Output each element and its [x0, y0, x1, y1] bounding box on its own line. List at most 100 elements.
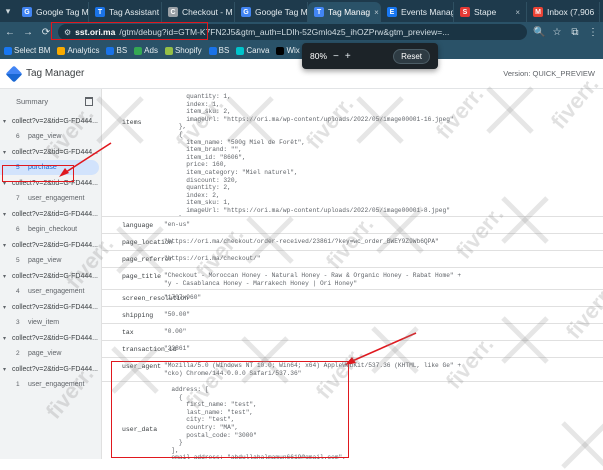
chevron-down-icon[interactable]: ▾ [3, 366, 9, 373]
extensions-icon[interactable]: ⧉ [569, 27, 581, 38]
event-item[interactable]: 3 view_item [0, 315, 101, 330]
event-group-header[interactable]: ▾ collect?v=2&tid=G-FD444... [0, 113, 101, 129]
bookmark-favicon-icon [276, 46, 285, 55]
app-title: Tag Manager [26, 68, 85, 79]
zoom-out-button[interactable]: − [333, 51, 339, 62]
zoom-in-button[interactable]: + [345, 51, 351, 62]
event-group-header[interactable]: ▾ collect?v=2&tid=G-FD444... [0, 144, 101, 160]
bookmark-item[interactable]: Ads [134, 46, 158, 55]
browser-tab[interactable]: GGoogle Tag M× [235, 2, 308, 22]
chevron-down-icon[interactable]: ▾ [3, 273, 9, 280]
data-row: page_location "https://ori.ma/checkout/or… [102, 234, 603, 251]
event-group-header[interactable]: ▾ collect?v=2&tid=G-FD444... [0, 237, 101, 253]
bookmark-star-icon[interactable]: ☆ [551, 27, 563, 38]
bookmark-favicon-icon [236, 46, 245, 55]
bookmark-item[interactable]: BS [208, 46, 229, 55]
chevron-down-icon[interactable]: ▾ [3, 242, 9, 249]
bookmark-item[interactable]: Select BM [4, 46, 50, 55]
event-label: begin_checkout [28, 226, 78, 233]
event-item[interactable]: 4 user_engagement [0, 284, 101, 299]
tab-close-icon[interactable]: × [598, 8, 599, 17]
summary-item[interactable]: Summary [0, 89, 101, 113]
bookmark-label: Shopify [174, 46, 202, 55]
chevron-down-icon[interactable]: ▾ [3, 149, 9, 156]
event-group: ▾ collect?v=2&tid=G-FD444... 6 page_view [0, 113, 101, 144]
bookmark-favicon-icon [57, 46, 66, 55]
data-key: page_referrer [122, 256, 173, 263]
data-value: "en-us" [164, 221, 190, 228]
bookmark-item[interactable]: Canva [236, 46, 269, 55]
zoom-icon[interactable]: 🔍 [533, 27, 545, 38]
event-group-title: collect?v=2&tid=G-FD444... [12, 148, 98, 156]
zoom-level: 80% [310, 51, 328, 61]
event-group-header[interactable]: ▾ collect?v=2&tid=G-FD444... [0, 361, 101, 377]
data-key: tax [122, 329, 134, 336]
event-label: user_engagement [28, 381, 85, 388]
browser-tab[interactable]: EEvents Manag× [381, 2, 454, 22]
back-icon[interactable]: ← [4, 27, 16, 38]
event-number: 1 [16, 381, 20, 388]
event-group-header[interactable]: ▾ collect?v=2&tid=G-FD444... [0, 299, 101, 315]
browser-tab[interactable]: TTag Assistant× [89, 2, 162, 22]
url-highlight-box [51, 22, 208, 40]
browser-tab[interactable]: T Tag Manag × [308, 2, 381, 22]
event-label: page_view [28, 133, 62, 140]
bookmark-label: Canva [246, 46, 270, 55]
zoom-reset-button[interactable]: Reset [393, 48, 430, 64]
browser-tab[interactable]: M Inbox (7,906× [527, 2, 600, 22]
data-value: "Checkout - Moroccan Honey - Natural Hon… [164, 272, 462, 287]
bookmark-item[interactable]: BS [106, 46, 127, 55]
data-value: "https://ori.ma/checkout/order-received/… [164, 238, 439, 245]
event-item[interactable]: 5 page_view [0, 253, 101, 268]
chevron-down-icon[interactable]: ▾ [3, 118, 9, 125]
event-group-header[interactable]: ▾ collect?v=2&tid=G-FD444... [0, 268, 101, 284]
data-key: screen_resolution [122, 295, 189, 302]
event-group-header[interactable]: ▾ collect?v=2&tid=G-FD444... [0, 206, 101, 222]
event-label: user_engagement [28, 288, 85, 295]
event-number: 6 [16, 226, 20, 233]
tab-label: Tag Assistant [109, 7, 160, 17]
event-item[interactable]: 1 user_engagement [0, 377, 101, 392]
event-item[interactable]: 6 begin_checkout [0, 222, 101, 237]
tab-favicon-icon: E [387, 7, 397, 17]
bookmark-item[interactable]: Wix [276, 46, 300, 55]
tab-close-icon[interactable]: × [374, 8, 379, 17]
data-value: "1707x960" [164, 294, 202, 301]
event-item[interactable]: 6 page_view [0, 129, 101, 144]
tab-favicon-icon: G [241, 7, 251, 17]
tab-favicon-icon: T [95, 7, 105, 17]
chevron-down-icon[interactable]: ▾ [3, 335, 9, 342]
bookmark-label: Wix [286, 46, 300, 55]
data-row: screen_resolution "1707x960" [102, 290, 603, 307]
chevron-down-icon[interactable]: ▾ [3, 304, 9, 311]
data-row: page_title "Checkout - Moroccan Honey - N… [102, 268, 603, 290]
browser-tab[interactable]: CCheckout - M× [162, 2, 235, 22]
data-key: items [122, 119, 142, 126]
event-item[interactable]: 7 user_engagement [0, 191, 101, 206]
menu-icon[interactable]: ⋮ [587, 27, 599, 38]
browser-tab[interactable]: S Stape × [454, 2, 527, 22]
clear-messages-icon[interactable] [85, 97, 93, 106]
bookmark-label: BS [116, 46, 128, 55]
event-group: ▾ collect?v=2&tid=G-FD444... 6 begin_checko… [0, 206, 101, 237]
tab-close-icon[interactable]: × [515, 8, 520, 17]
browser-tab-strip: ▾ G Google Tag M × T Tag Assistant × C Checkout… [0, 0, 603, 22]
browser-tab[interactable]: GGoogle Tag M× [16, 2, 89, 22]
tab-favicon-icon: T [314, 7, 324, 17]
bookmark-favicon-icon [164, 46, 173, 55]
version-label: Version: QUICK_PREVIEW [503, 69, 595, 78]
event-group: ▾ collect?v=2&tid=G-FD444... 5 page_view [0, 237, 101, 268]
bookmark-item[interactable]: Analytics [57, 46, 99, 55]
chevron-down-icon[interactable]: ▾ [3, 211, 9, 218]
bookmark-item[interactable]: Shopify [164, 46, 202, 55]
tab-search-icon[interactable]: ▾ [0, 0, 16, 22]
event-item[interactable]: 2 page_view [0, 346, 101, 361]
tab-label: Inbox (7,906 [547, 7, 595, 17]
tag-manager-logo-icon [5, 65, 23, 82]
data-row: language "en-us" [102, 217, 603, 234]
event-group-header[interactable]: ▾ collect?v=2&tid=G-FD444... [0, 330, 101, 346]
tab-favicon-icon: S [460, 7, 470, 17]
event-number: 3 [16, 319, 20, 326]
purchase-highlight-box [2, 165, 74, 182]
forward-icon[interactable]: → [22, 27, 34, 38]
